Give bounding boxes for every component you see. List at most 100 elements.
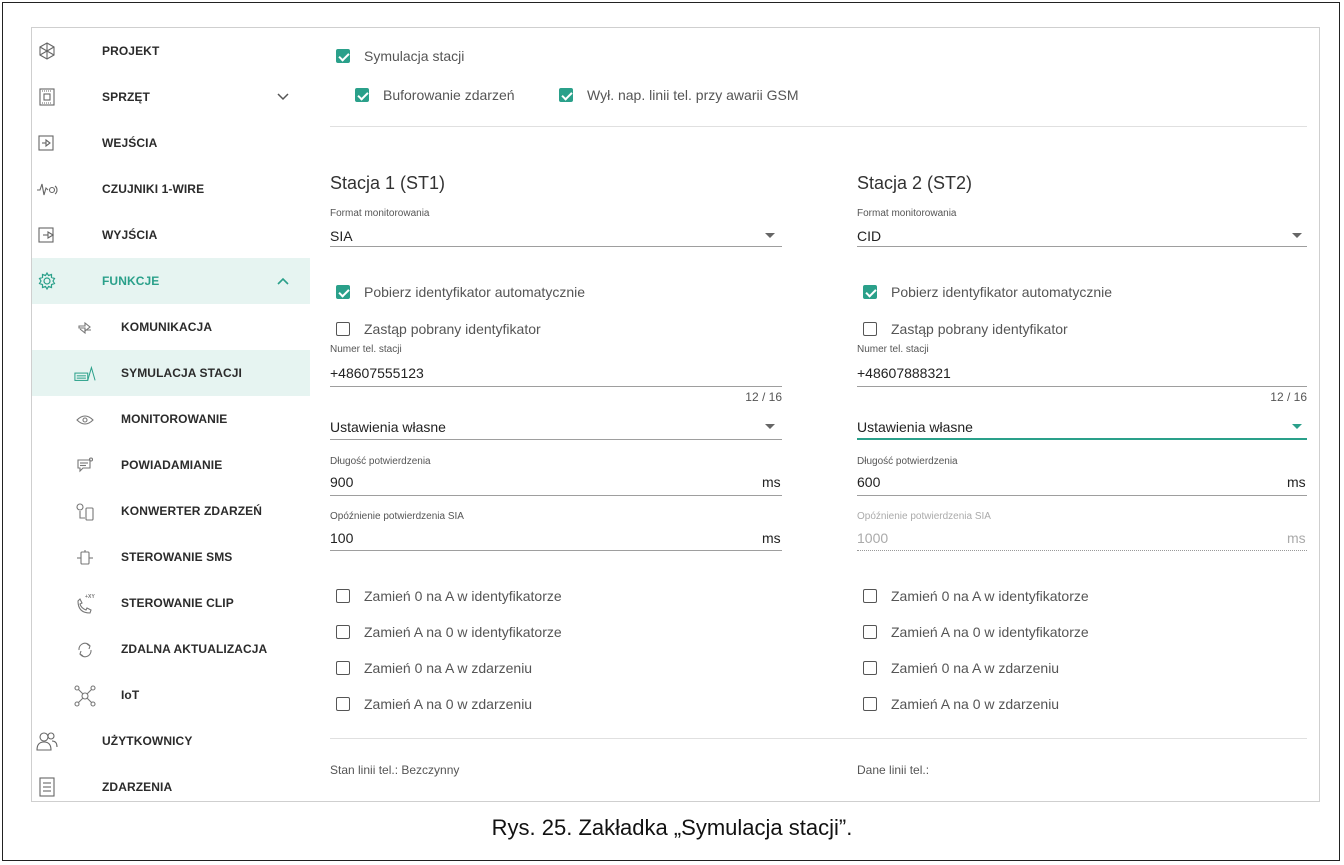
phone-label: Numer tel. stacji — [330, 344, 402, 355]
sidebar-item-czujniki-1wire[interactable]: CZUJNIKI 1-WIRE — [32, 166, 310, 212]
line-data-text: Dane linii tel.: — [857, 763, 930, 777]
swap-0-to-a-event-checkbox[interactable]: Zamień 0 na A w zdarzeniu — [863, 660, 1059, 676]
auto-id-checkbox[interactable]: Pobierz identyfikator automatycznie — [336, 284, 585, 300]
sidebar-item-komunikacja[interactable]: KOMUNIKACJA — [32, 304, 310, 350]
figure-caption: Rys. 25. Zakładka „Symulacja stacji”. — [491, 815, 853, 840]
checkbox-unchecked[interactable] — [863, 625, 877, 639]
swap-a-to-0-event-checkbox[interactable]: Zamień A na 0 w zdarzeniu — [863, 696, 1059, 712]
station-simulation-checkbox[interactable]: Symulacja stacji — [336, 48, 464, 64]
ack-length-input[interactable]: 600 — [857, 474, 880, 490]
checkbox-label: Zamień A na 0 w identyfikatorze — [364, 624, 562, 640]
sidebar-item-label: STEROWANIE SMS — [121, 550, 233, 564]
notification-icon — [74, 455, 96, 477]
sidebar-item-wyjscia[interactable]: WYJŚCIA — [32, 212, 310, 258]
project-icon — [36, 40, 58, 62]
format-label: Format monitorowania — [330, 208, 430, 219]
sia-delay-input[interactable]: 100 — [330, 530, 353, 546]
dropdown-arrow-icon[interactable] — [765, 233, 775, 238]
sidebar-item-funkcje[interactable]: FUNKCJE — [32, 258, 310, 304]
checkbox-unchecked[interactable] — [336, 322, 350, 336]
dropdown-arrow-icon[interactable] — [765, 424, 775, 429]
checkbox-label: Pobierz identyfikator automatycznie — [364, 284, 585, 300]
checkbox-unchecked[interactable] — [336, 625, 350, 639]
sidebar-item-konwerter-zdarzen[interactable]: KONWERTER ZDARZEŃ — [32, 488, 310, 534]
sidebar-item-monitorowanie[interactable]: MONITOROWANIE — [32, 396, 310, 442]
checkbox-checked[interactable] — [355, 88, 369, 102]
dropdown-arrow-icon[interactable] — [1292, 233, 1302, 238]
format-select-underline — [330, 246, 782, 247]
sidebar-item-label: ZDARZENIA — [102, 780, 173, 794]
checkbox-label: Zamień A na 0 w identyfikatorze — [891, 624, 1089, 640]
swap-a-to-0-event-checkbox[interactable]: Zamień A na 0 w zdarzeniu — [336, 696, 532, 712]
phone-label: Numer tel. stacji — [857, 344, 929, 355]
sidebar-item-label: CZUJNIKI 1-WIRE — [102, 182, 205, 196]
settings-select-value[interactable]: Ustawienia własne — [857, 419, 973, 435]
sidebar-item-wejscia[interactable]: WEJŚCIA — [32, 120, 310, 166]
ack-length-label: Długość potwierdzenia — [857, 456, 958, 467]
ack-length-input[interactable]: 900 — [330, 474, 353, 490]
chevron-down-icon[interactable] — [276, 90, 290, 104]
checkbox-unchecked[interactable] — [336, 589, 350, 603]
sia-delay-label: Opóźnienie potwierdzenia SIA — [330, 511, 464, 522]
checkbox-checked[interactable] — [863, 285, 877, 299]
settings-select-value[interactable]: Ustawienia własne — [330, 419, 446, 435]
phone-char-counter: 12 / 16 — [1270, 390, 1307, 404]
checkbox-unchecked[interactable] — [336, 697, 350, 711]
sidebar-item-projekt[interactable]: PROJEKT — [32, 28, 310, 74]
sidebar-item-iot[interactable]: IoT — [32, 672, 310, 718]
checkbox-label: Zamień 0 na A w identyfikatorze — [364, 588, 562, 604]
sia-delay-unit: ms — [762, 530, 781, 546]
station-title: Stacja 1 (ST1) — [330, 173, 446, 193]
sidebar-item-sprzet[interactable]: SPRZĘT — [32, 74, 310, 120]
events-icon — [36, 776, 58, 798]
event-buffering-checkbox[interactable]: Buforowanie zdarzeń — [355, 87, 515, 103]
ack-length-unit: ms — [762, 474, 781, 490]
checkbox-unchecked[interactable] — [863, 697, 877, 711]
swap-a-to-0-id-checkbox[interactable]: Zamień A na 0 w identyfikatorze — [336, 624, 562, 640]
sidebar-item-sterowanie-sms[interactable]: STEROWANIE SMS — [32, 534, 310, 580]
swap-0-to-a-event-checkbox[interactable]: Zamień 0 na A w zdarzeniu — [336, 660, 532, 676]
app-window: PROJEKT SPRZĘT WEJŚCIA CZUJNIKI 1-WIRE W… — [31, 27, 1320, 802]
auto-id-checkbox[interactable]: Pobierz identyfikator automatycznie — [863, 284, 1112, 300]
format-select-value[interactable]: SIA — [330, 228, 353, 244]
sidebar-item-uzytkownicy[interactable]: UŻYTKOWNICY — [32, 718, 310, 764]
ack-length-underline — [330, 495, 782, 496]
sidebar-item-label: PROJEKT — [102, 44, 160, 58]
checkbox-unchecked[interactable] — [863, 589, 877, 603]
checkbox-label: Wył. nap. linii tel. przy awarii GSM — [587, 87, 799, 103]
checkbox-label: Symulacja stacji — [364, 48, 465, 64]
swap-0-to-a-id-checkbox[interactable]: Zamień 0 na A w identyfikatorze — [336, 588, 562, 604]
hardware-icon — [36, 86, 58, 108]
checkbox-unchecked[interactable] — [863, 322, 877, 336]
sidebar-item-zdarzenia[interactable]: ZDARZENIA — [32, 764, 310, 801]
checkbox-unchecked[interactable] — [863, 661, 877, 675]
swap-0-to-a-id-checkbox[interactable]: Zamień 0 na A w identyfikatorze — [863, 588, 1089, 604]
replace-id-checkbox[interactable]: Zastąp pobrany identyfikator — [336, 321, 541, 337]
phone-input[interactable]: +48607888321 — [857, 365, 951, 381]
checkbox-label: Zamień 0 na A w zdarzeniu — [364, 660, 533, 676]
checkbox-checked[interactable] — [559, 88, 573, 102]
settings-select-underline — [330, 439, 782, 440]
sidebar-item-symulacja-stacji[interactable]: SYMULACJA STACJI — [32, 350, 310, 396]
dropdown-arrow-icon[interactable] — [1292, 424, 1302, 429]
settings-select-underline-focused — [857, 438, 1307, 440]
sidebar-item-powiadamianie[interactable]: POWIADAMIANIE — [32, 442, 310, 488]
sidebar-item-label: MONITOROWANIE — [121, 412, 228, 426]
sms-control-icon — [74, 547, 96, 569]
divider — [330, 738, 1307, 739]
checkbox-checked[interactable] — [336, 285, 350, 299]
phone-input[interactable]: +48607555123 — [330, 365, 424, 381]
sidebar-item-label: IoT — [121, 688, 140, 702]
checkbox-label: Zastąp pobrany identyfikator — [364, 321, 541, 337]
format-select-value[interactable]: CID — [857, 228, 881, 244]
clip-control-icon: +XYZ — [74, 593, 96, 615]
swap-a-to-0-id-checkbox[interactable]: Zamień A na 0 w identyfikatorze — [863, 624, 1089, 640]
checkbox-unchecked[interactable] — [336, 661, 350, 675]
gsm-line-off-checkbox[interactable]: Wył. nap. linii tel. przy awarii GSM — [559, 87, 798, 103]
replace-id-checkbox[interactable]: Zastąp pobrany identyfikator — [863, 321, 1068, 337]
sidebar-item-zdalna-aktualizacja[interactable]: ZDALNA AKTUALIZACJA — [32, 626, 310, 672]
sidebar-item-label: FUNKCJE — [102, 274, 160, 288]
chevron-up-icon[interactable] — [276, 274, 290, 288]
sidebar-item-sterowanie-clip[interactable]: +XYZ STEROWANIE CLIP — [32, 580, 310, 626]
checkbox-checked[interactable] — [336, 49, 350, 63]
